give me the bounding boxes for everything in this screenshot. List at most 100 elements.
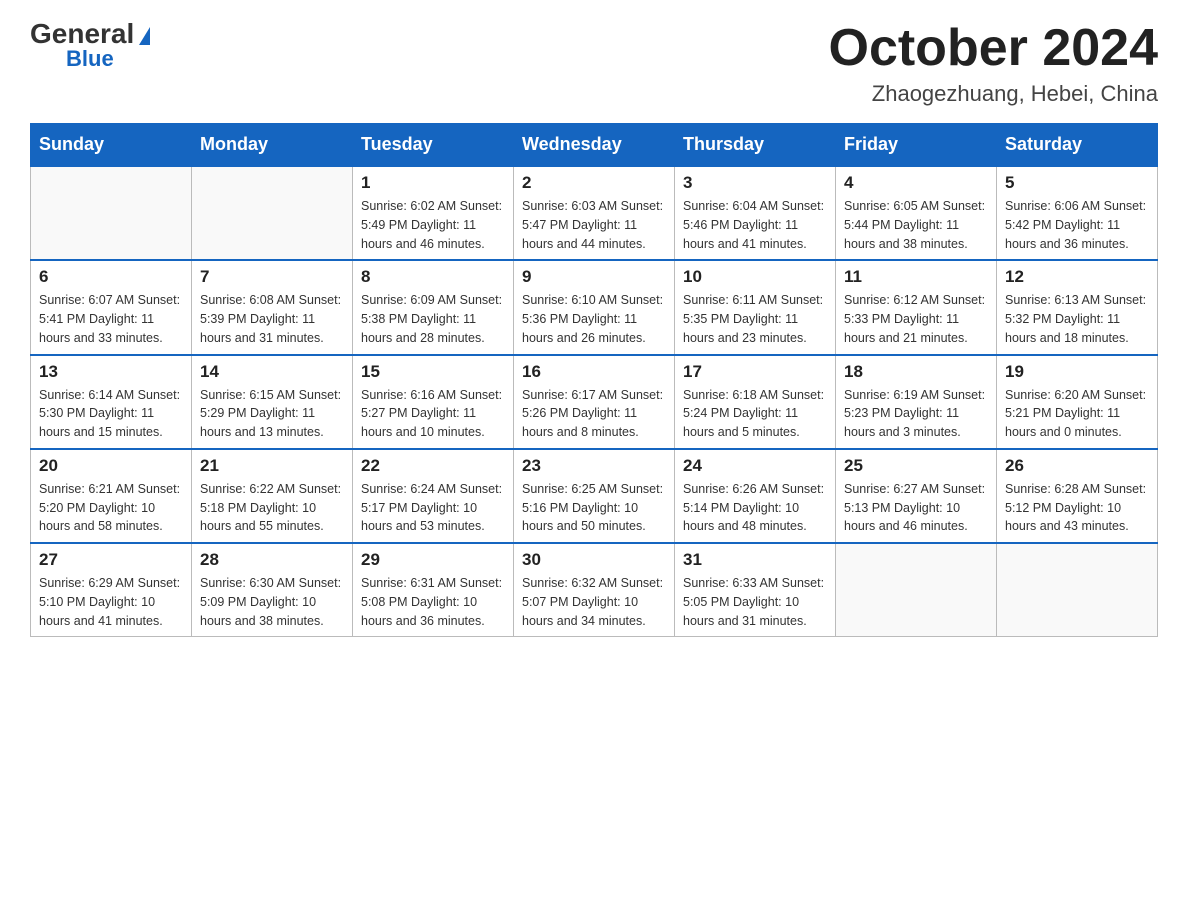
calendar-cell: 4Sunrise: 6:05 AM Sunset: 5:44 PM Daylig… [836, 166, 997, 260]
day-number: 1 [361, 173, 505, 193]
calendar-cell [836, 543, 997, 637]
day-number: 9 [522, 267, 666, 287]
day-number: 13 [39, 362, 183, 382]
day-info: Sunrise: 6:03 AM Sunset: 5:47 PM Dayligh… [522, 197, 666, 253]
day-number: 16 [522, 362, 666, 382]
calendar-cell: 14 Sunrise: 6:15 AM Sunset: 5:29 PM Dayli… [192, 355, 353, 449]
day-info: Sunrise: 6:31 AM Sunset: 5:08 PM Dayligh… [361, 574, 505, 630]
calendar-cell: 7 Sunrise: 6:08 AM Sunset: 5:39 PM Daylig… [192, 260, 353, 354]
calendar-cell: 11 Sunrise: 6:12 AM Sunset: 5:33 PM Dayli… [836, 260, 997, 354]
calendar-cell: 17 Sunrise: 6:18 AM Sunset: 5:24 PM Dayli… [675, 355, 836, 449]
calendar-cell [31, 166, 192, 260]
day-number: 2 [522, 173, 666, 193]
col-header-saturday: Saturday [997, 124, 1158, 167]
calendar-cell: 12 Sunrise: 6:13 AM Sunset: 5:32 PM Dayli… [997, 260, 1158, 354]
day-number: 24 [683, 456, 827, 476]
title-block: October 2024 Zhaogezhuang, Hebei, China [829, 20, 1159, 107]
calendar-cell [192, 166, 353, 260]
week-row-4: 20Sunrise: 6:21 AM Sunset: 5:20 PM Dayli… [31, 449, 1158, 543]
day-number: 30 [522, 550, 666, 570]
day-number: 22 [361, 456, 505, 476]
calendar-cell: 24 Sunrise: 6:26 AM Sunset: 5:14 PM Dayli… [675, 449, 836, 543]
calendar-header-row: SundayMondayTuesdayWednesdayThursdayFrid… [31, 124, 1158, 167]
logo-general-text: General [30, 20, 134, 48]
calendar-cell: 16 Sunrise: 6:17 AM Sunset: 5:26 PM Dayli… [514, 355, 675, 449]
calendar-cell: 28Sunrise: 6:30 AM Sunset: 5:09 PM Dayli… [192, 543, 353, 637]
day-info: Sunrise: 6:33 AM Sunset: 5:05 PM Dayligh… [683, 574, 827, 630]
day-info: Sunrise: 6:29 AM Sunset: 5:10 PM Dayligh… [39, 574, 183, 630]
calendar-cell [997, 543, 1158, 637]
col-header-sunday: Sunday [31, 124, 192, 167]
calendar-cell: 13 Sunrise: 6:14 AM Sunset: 5:30 PM Dayli… [31, 355, 192, 449]
day-info: Sunrise: 6:15 AM Sunset: 5:29 PM Dayligh… [200, 386, 344, 442]
col-header-thursday: Thursday [675, 124, 836, 167]
calendar-cell: 23 Sunrise: 6:25 AM Sunset: 5:16 PM Dayli… [514, 449, 675, 543]
day-info: Sunrise: 6:16 AM Sunset: 5:27 PM Dayligh… [361, 386, 505, 442]
calendar-cell: 6Sunrise: 6:07 AM Sunset: 5:41 PM Daylig… [31, 260, 192, 354]
day-info: Sunrise: 6:32 AM Sunset: 5:07 PM Dayligh… [522, 574, 666, 630]
day-info: Sunrise: 6:02 AM Sunset: 5:49 PM Dayligh… [361, 197, 505, 253]
day-number: 31 [683, 550, 827, 570]
calendar-cell: 26 Sunrise: 6:28 AM Sunset: 5:12 PM Dayli… [997, 449, 1158, 543]
day-info: Sunrise: 6:18 AM Sunset: 5:24 PM Dayligh… [683, 386, 827, 442]
logo-triangle-icon [139, 27, 150, 45]
day-number: 20 [39, 456, 183, 476]
day-number: 19 [1005, 362, 1149, 382]
col-header-friday: Friday [836, 124, 997, 167]
calendar-cell: 15Sunrise: 6:16 AM Sunset: 5:27 PM Dayli… [353, 355, 514, 449]
col-header-monday: Monday [192, 124, 353, 167]
day-info: Sunrise: 6:17 AM Sunset: 5:26 PM Dayligh… [522, 386, 666, 442]
day-info: Sunrise: 6:22 AM Sunset: 5:18 PM Dayligh… [200, 480, 344, 536]
day-info: Sunrise: 6:14 AM Sunset: 5:30 PM Dayligh… [39, 386, 183, 442]
day-info: Sunrise: 6:09 AM Sunset: 5:38 PM Dayligh… [361, 291, 505, 347]
calendar-cell: 20Sunrise: 6:21 AM Sunset: 5:20 PM Dayli… [31, 449, 192, 543]
day-info: Sunrise: 6:12 AM Sunset: 5:33 PM Dayligh… [844, 291, 988, 347]
day-number: 10 [683, 267, 827, 287]
day-info: Sunrise: 6:05 AM Sunset: 5:44 PM Dayligh… [844, 197, 988, 253]
day-number: 12 [1005, 267, 1149, 287]
day-number: 8 [361, 267, 505, 287]
day-info: Sunrise: 6:04 AM Sunset: 5:46 PM Dayligh… [683, 197, 827, 253]
week-row-1: 1 Sunrise: 6:02 AM Sunset: 5:49 PM Daylig… [31, 166, 1158, 260]
logo-blue-text: Blue [66, 48, 114, 70]
calendar-cell: 27Sunrise: 6:29 AM Sunset: 5:10 PM Dayli… [31, 543, 192, 637]
day-number: 23 [522, 456, 666, 476]
day-info: Sunrise: 6:06 AM Sunset: 5:42 PM Dayligh… [1005, 197, 1149, 253]
day-info: Sunrise: 6:28 AM Sunset: 5:12 PM Dayligh… [1005, 480, 1149, 536]
day-number: 28 [200, 550, 344, 570]
calendar-cell: 25Sunrise: 6:27 AM Sunset: 5:13 PM Dayli… [836, 449, 997, 543]
day-number: 3 [683, 173, 827, 193]
day-info: Sunrise: 6:24 AM Sunset: 5:17 PM Dayligh… [361, 480, 505, 536]
week-row-3: 13 Sunrise: 6:14 AM Sunset: 5:30 PM Dayli… [31, 355, 1158, 449]
calendar-cell: 3 Sunrise: 6:04 AM Sunset: 5:46 PM Daylig… [675, 166, 836, 260]
day-number: 5 [1005, 173, 1149, 193]
calendar-cell: 5 Sunrise: 6:06 AM Sunset: 5:42 PM Daylig… [997, 166, 1158, 260]
col-header-tuesday: Tuesday [353, 124, 514, 167]
day-number: 7 [200, 267, 344, 287]
calendar-cell: 1 Sunrise: 6:02 AM Sunset: 5:49 PM Daylig… [353, 166, 514, 260]
calendar-cell: 21 Sunrise: 6:22 AM Sunset: 5:18 PM Dayli… [192, 449, 353, 543]
day-info: Sunrise: 6:25 AM Sunset: 5:16 PM Dayligh… [522, 480, 666, 536]
day-number: 17 [683, 362, 827, 382]
day-number: 14 [200, 362, 344, 382]
day-info: Sunrise: 6:08 AM Sunset: 5:39 PM Dayligh… [200, 291, 344, 347]
calendar-cell: 29Sunrise: 6:31 AM Sunset: 5:08 PM Dayli… [353, 543, 514, 637]
logo: General Blue [30, 20, 150, 70]
calendar-cell: 31 Sunrise: 6:33 AM Sunset: 5:05 PM Dayli… [675, 543, 836, 637]
calendar-cell: 8 Sunrise: 6:09 AM Sunset: 5:38 PM Daylig… [353, 260, 514, 354]
day-number: 26 [1005, 456, 1149, 476]
day-info: Sunrise: 6:26 AM Sunset: 5:14 PM Dayligh… [683, 480, 827, 536]
day-number: 11 [844, 267, 988, 287]
calendar-cell: 19Sunrise: 6:20 AM Sunset: 5:21 PM Dayli… [997, 355, 1158, 449]
calendar-cell: 10Sunrise: 6:11 AM Sunset: 5:35 PM Dayli… [675, 260, 836, 354]
month-year-title: October 2024 [829, 20, 1159, 77]
day-number: 25 [844, 456, 988, 476]
day-info: Sunrise: 6:13 AM Sunset: 5:32 PM Dayligh… [1005, 291, 1149, 347]
calendar-table: SundayMondayTuesdayWednesdayThursdayFrid… [30, 123, 1158, 637]
day-number: 18 [844, 362, 988, 382]
day-number: 21 [200, 456, 344, 476]
day-number: 6 [39, 267, 183, 287]
calendar-cell: 22 Sunrise: 6:24 AM Sunset: 5:17 PM Dayli… [353, 449, 514, 543]
col-header-wednesday: Wednesday [514, 124, 675, 167]
calendar-cell: 18Sunrise: 6:19 AM Sunset: 5:23 PM Dayli… [836, 355, 997, 449]
